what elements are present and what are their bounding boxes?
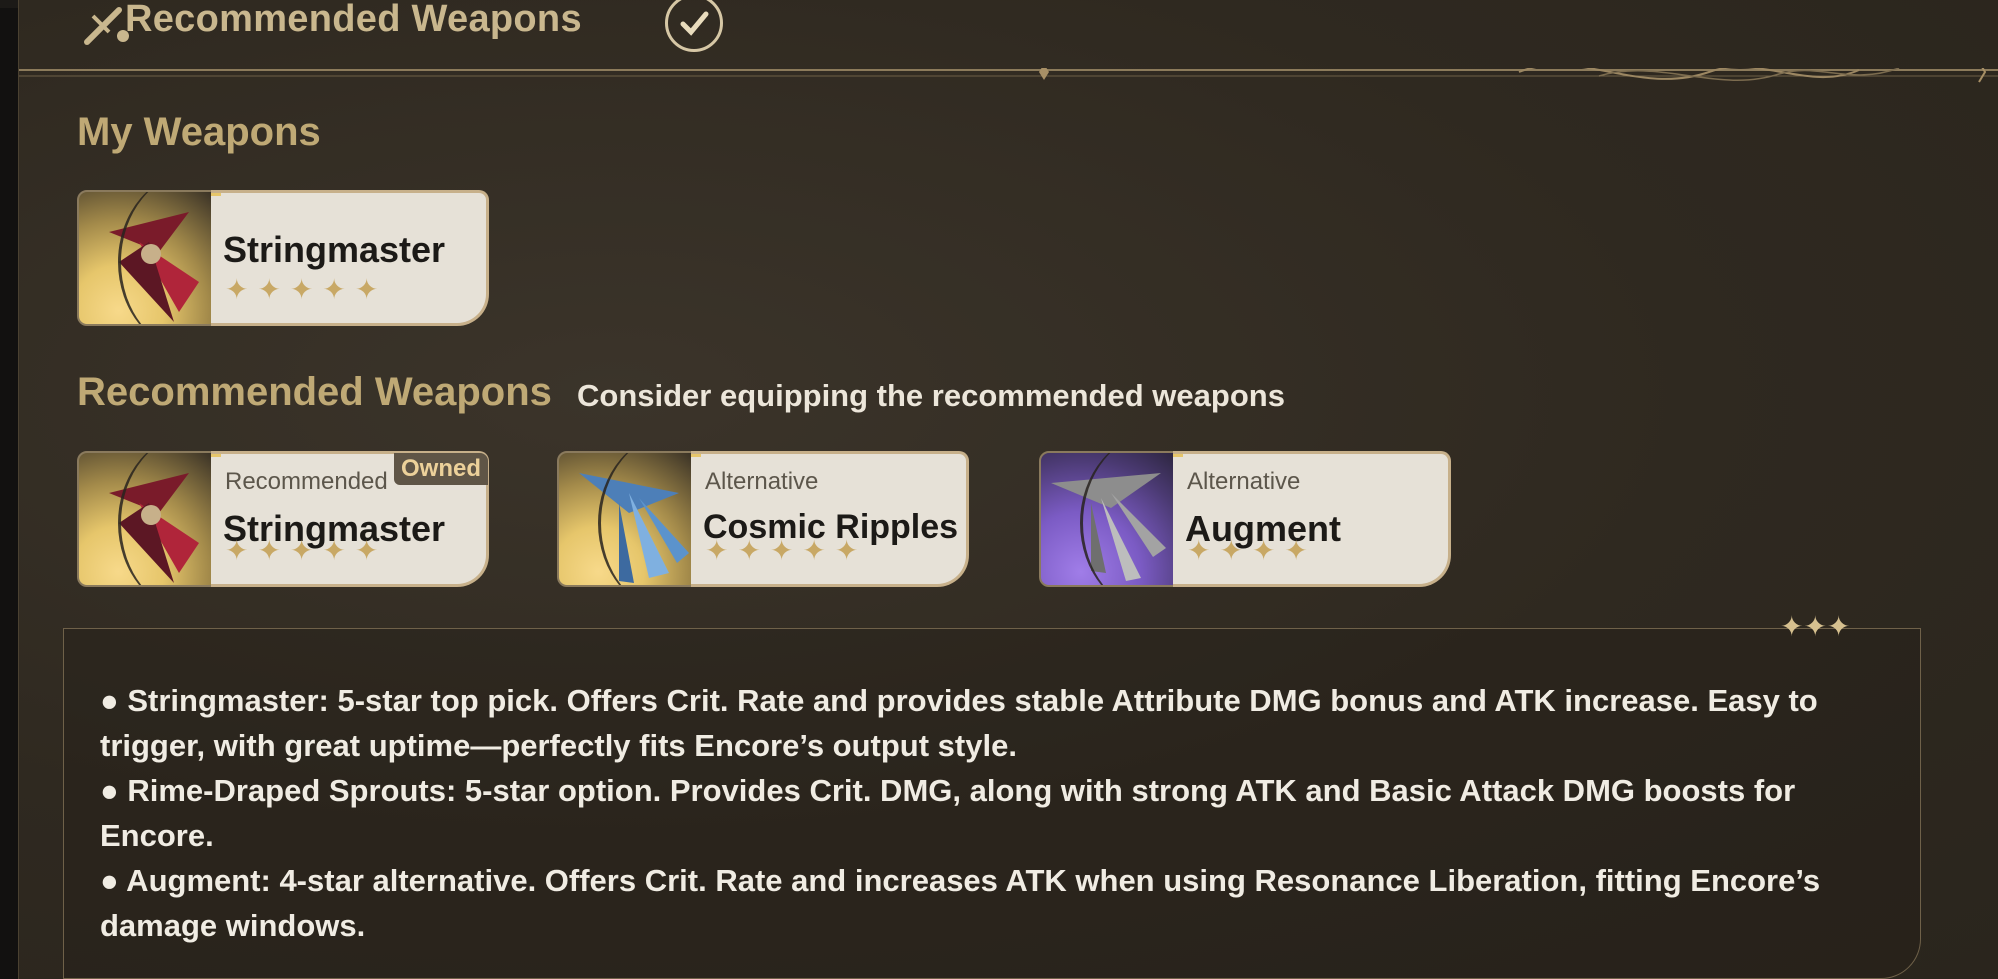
weapon-thumbnail <box>1039 451 1175 587</box>
recommended-subtitle: Consider equipping the recommended weapo… <box>577 378 1285 413</box>
note-line: ● Augment: 4-star alternative. Offers Cr… <box>100 863 1821 943</box>
weapon-thumbnail <box>557 451 693 587</box>
weapon-name: Stringmaster <box>223 229 446 270</box>
star-icon: ✦✦✦✦✦ <box>225 535 388 566</box>
star-icon: ✦✦✦✦✦ <box>705 535 868 566</box>
owned-badge: Owned <box>393 453 488 485</box>
alternative-weapon-card[interactable]: Alternative Augment ✦✦✦✦ <box>1039 451 1451 587</box>
weapon-tag: Alternative <box>1187 468 1301 495</box>
weapon-thumbnail <box>77 190 213 326</box>
header-title: Recommended Weapons <box>125 0 582 40</box>
recommended-weapon-card[interactable]: Recommended Owned Stringmaster ✦✦✦✦✦ <box>77 451 489 587</box>
header-divider <box>19 68 1998 83</box>
notes-text: ● Stringmaster: 5-star top pick. Offers … <box>100 678 1890 948</box>
note-line: ● Rime-Draped Sprouts: 5-star option. Pr… <box>100 773 1796 853</box>
sparkle-icon: ✦✦✦ <box>1780 611 1851 642</box>
star-icon: ✦✦✦✦✦ <box>225 274 388 305</box>
my-weapon-card[interactable]: Stringmaster ✦✦✦✦✦ <box>77 190 489 326</box>
recommended-weapons-title: Recommended Weapons <box>77 370 552 414</box>
check-circle-icon[interactable] <box>665 0 723 52</box>
weapon-thumbnail <box>77 451 213 587</box>
note-line: ● Stringmaster: 5-star top pick. Offers … <box>100 683 1818 763</box>
my-weapons-title: My Weapons <box>77 110 321 154</box>
weapon-tag: Recommended <box>225 468 388 495</box>
alternative-weapon-card[interactable]: Alternative Cosmic Ripples ✦✦✦✦✦ <box>557 451 969 587</box>
star-icon: ✦✦✦✦ <box>1187 535 1317 566</box>
weapon-tag: Alternative <box>705 468 819 495</box>
